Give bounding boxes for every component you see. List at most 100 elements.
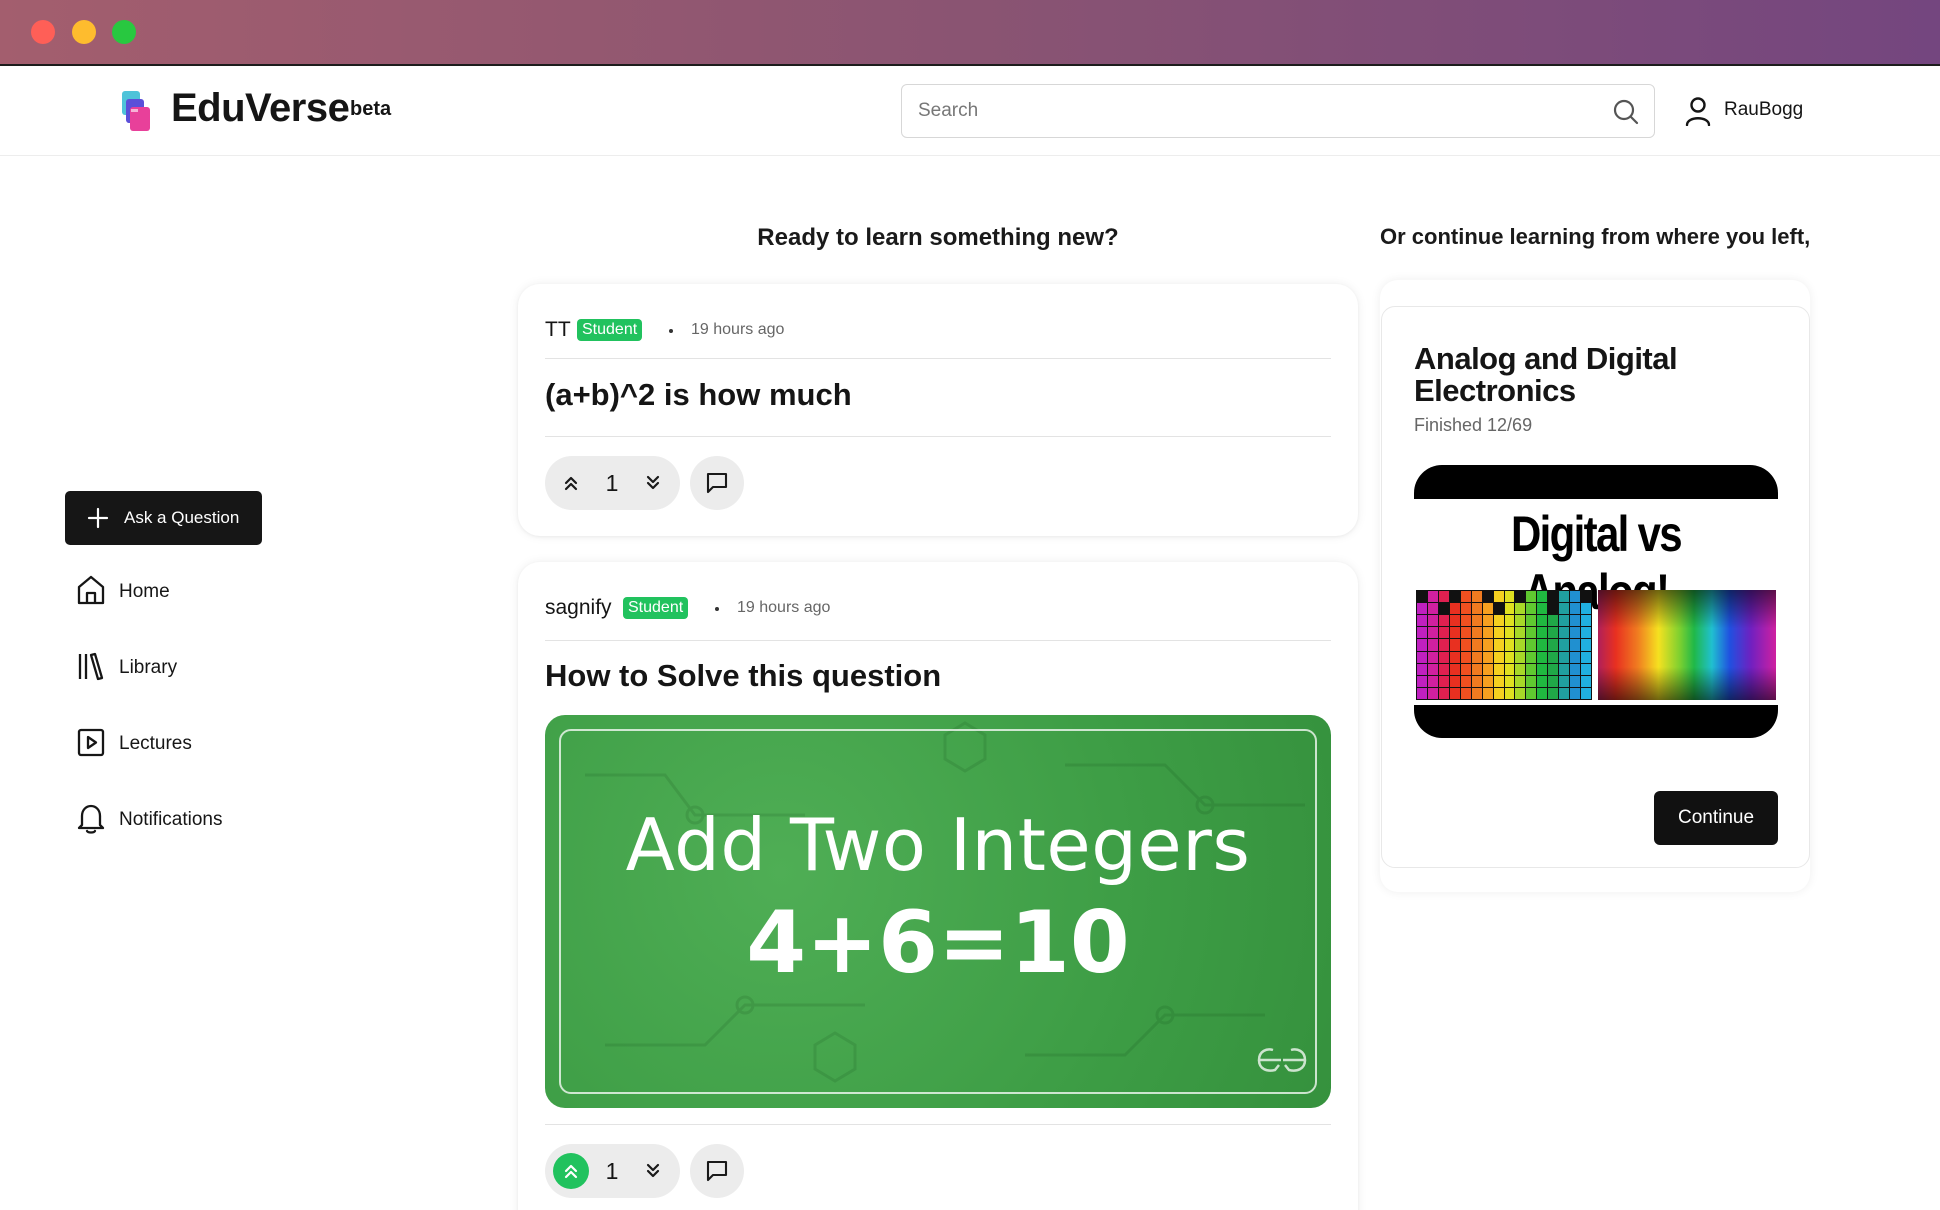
- upvote-button[interactable]: [553, 1153, 589, 1189]
- continue-learning-heading: Or continue learning from where you left…: [1380, 224, 1811, 249]
- equalizer-cell: [1570, 627, 1581, 639]
- equalizer-cell: [1493, 615, 1504, 627]
- post-meta: TT Student 19 hours ago: [545, 316, 1305, 344]
- equalizer-cell: [1417, 663, 1427, 675]
- close-window-button[interactable]: [31, 20, 55, 44]
- equalizer-cell: [1526, 687, 1537, 699]
- equalizer-cell: [1504, 615, 1515, 627]
- sidebar-item-notifications[interactable]: Notifications: [76, 802, 296, 838]
- question-title[interactable]: (a+b)^2 is how much: [545, 377, 852, 413]
- continue-button[interactable]: Continue: [1654, 791, 1778, 845]
- equalizer-cell: [1471, 615, 1482, 627]
- equalizer-cell: [1515, 675, 1526, 687]
- equalizer-cell: [1449, 675, 1460, 687]
- equalizer-cell: [1482, 639, 1493, 651]
- equalizer-cell: [1581, 591, 1591, 603]
- equalizer-cell: [1570, 651, 1581, 663]
- course-title[interactable]: Analog and Digital Electronics: [1414, 343, 1774, 407]
- equalizer-cell: [1559, 639, 1570, 651]
- equalizer-cell: [1471, 675, 1482, 687]
- equalizer-cell: [1537, 591, 1548, 603]
- equalizer-cell: [1493, 675, 1504, 687]
- question-image[interactable]: Add Two Integers 4+6=10: [545, 715, 1331, 1108]
- app-logo-name[interactable]: EduVerse: [171, 86, 350, 131]
- double-chevron-up-icon: [564, 1164, 578, 1179]
- double-chevron-down-icon: [646, 475, 660, 490]
- equalizer-cell: [1438, 591, 1449, 603]
- equalizer-cell: [1581, 615, 1591, 627]
- equalizer-cell: [1570, 591, 1581, 603]
- question-title[interactable]: How to Solve this question: [545, 658, 941, 694]
- equalizer-cell: [1548, 603, 1559, 615]
- equalizer-cell: [1515, 627, 1526, 639]
- equalizer-cell: [1548, 627, 1559, 639]
- app-window: EduVerse beta RauBogg Ask a Question Hom…: [0, 64, 1940, 1210]
- equalizer-cell: [1570, 639, 1581, 651]
- user-icon[interactable]: [1684, 96, 1712, 126]
- post-author[interactable]: sagnify: [545, 596, 612, 620]
- equalizer-cell: [1427, 675, 1438, 687]
- equalizer-cell: [1449, 615, 1460, 627]
- equalizer-cell: [1526, 675, 1537, 687]
- comment-button[interactable]: [690, 456, 744, 510]
- comment-button[interactable]: [690, 1144, 744, 1198]
- username-label[interactable]: RauBogg: [1724, 99, 1803, 121]
- equalizer-cell: [1427, 591, 1438, 603]
- search-input[interactable]: [902, 85, 1592, 137]
- equalizer-cell: [1482, 627, 1493, 639]
- sidebar-item-label: Library: [119, 657, 178, 678]
- sidebar-item-library[interactable]: Library: [76, 650, 296, 686]
- post-meta: sagnify Student 19 hours ago: [545, 594, 1305, 622]
- equalizer-cell: [1526, 591, 1537, 603]
- equalizer-cell: [1515, 651, 1526, 663]
- minimize-window-button[interactable]: [72, 20, 96, 44]
- equalizer-cell: [1460, 615, 1471, 627]
- analog-spectrum-graphic: [1598, 590, 1776, 700]
- sidebar-item-home[interactable]: Home: [76, 574, 296, 610]
- equalizer-cell: [1493, 591, 1504, 603]
- equalizer-cell: [1504, 627, 1515, 639]
- digital-equalizer-graphic: [1416, 590, 1592, 700]
- meta-separator: [715, 607, 719, 611]
- downvote-button[interactable]: [635, 465, 671, 501]
- search-icon[interactable]: [1612, 98, 1640, 126]
- equalizer-cell: [1449, 651, 1460, 663]
- equalizer-cell: [1449, 687, 1460, 699]
- question-card[interactable]: TT Student 19 hours ago (a+b)^2 is how m…: [518, 284, 1358, 536]
- equalizer-cell: [1471, 591, 1482, 603]
- course-card[interactable]: Analog and Digital Electronics Finished …: [1381, 306, 1810, 868]
- equalizer-cell: [1427, 687, 1438, 699]
- equalizer-cell: [1548, 675, 1559, 687]
- equalizer-cell: [1504, 651, 1515, 663]
- equalizer-cell: [1504, 675, 1515, 687]
- equalizer-cell: [1417, 627, 1427, 639]
- equalizer-cell: [1482, 615, 1493, 627]
- ask-question-button[interactable]: Ask a Question: [65, 491, 262, 545]
- equalizer-cell: [1570, 675, 1581, 687]
- equalizer-cell: [1482, 687, 1493, 699]
- equalizer-cell: [1449, 603, 1460, 615]
- equalizer-cell: [1537, 639, 1548, 651]
- course-progress: Finished 12/69: [1414, 415, 1533, 435]
- equalizer-cell: [1471, 663, 1482, 675]
- equalizer-cell: [1570, 603, 1581, 615]
- sidebar-item-lectures[interactable]: Lectures: [76, 726, 296, 762]
- equalizer-cell: [1548, 639, 1559, 651]
- equalizer-cell: [1559, 627, 1570, 639]
- double-chevron-down-icon: [646, 1163, 660, 1178]
- upvote-button[interactable]: [553, 465, 589, 501]
- equalizer-cell: [1438, 687, 1449, 699]
- equalizer-cell: [1493, 627, 1504, 639]
- question-card[interactable]: sagnify Student 19 hours ago How to Solv…: [518, 562, 1358, 1210]
- equalizer-cell: [1504, 687, 1515, 699]
- equalizer-cell: [1548, 591, 1559, 603]
- equalizer-cell: [1581, 663, 1591, 675]
- downvote-button[interactable]: [635, 1153, 671, 1189]
- post-author[interactable]: TT: [545, 318, 571, 342]
- equalizer-cell: [1504, 603, 1515, 615]
- course-thumbnail[interactable]: Digital vs Analog!: [1414, 465, 1778, 738]
- equalizer-cell: [1449, 627, 1460, 639]
- equalizer-cell: [1526, 615, 1537, 627]
- maximize-window-button[interactable]: [112, 20, 136, 44]
- equalizer-cell: [1417, 687, 1427, 699]
